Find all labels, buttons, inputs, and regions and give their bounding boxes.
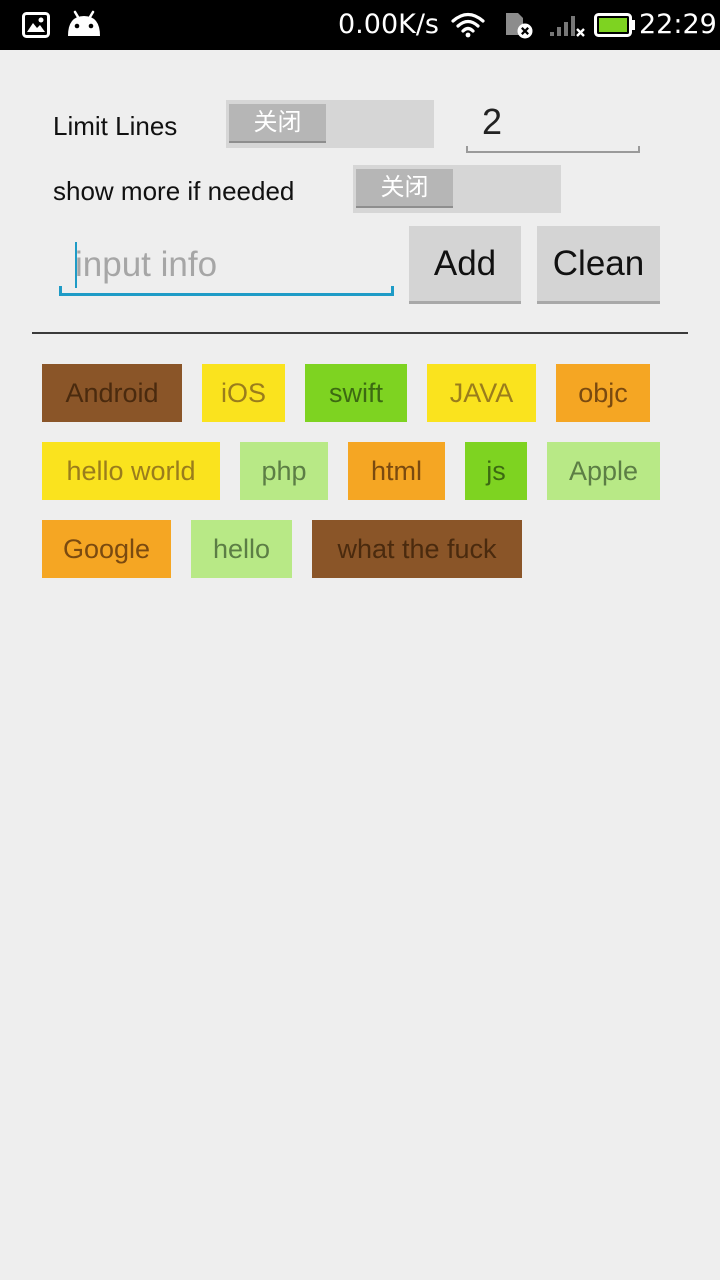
info-input[interactable] xyxy=(59,236,394,294)
tag-item[interactable]: hello world xyxy=(42,442,220,500)
info-input-field[interactable] xyxy=(59,236,394,298)
info-input-underline xyxy=(59,293,394,296)
tag-item[interactable]: Android xyxy=(42,364,182,422)
clock: 22:29 xyxy=(639,9,717,40)
max-lines-value: 2 xyxy=(482,101,503,142)
tag-item[interactable]: objc xyxy=(556,364,650,422)
tag-item[interactable]: hello xyxy=(191,520,292,578)
tag-item[interactable]: JAVA xyxy=(427,364,536,422)
image-notification-icon xyxy=(22,12,50,38)
signal-icon xyxy=(550,16,585,37)
limit-lines-label: Limit Lines xyxy=(53,111,178,141)
tag-item[interactable]: Google xyxy=(42,520,171,578)
tag-item[interactable]: js xyxy=(465,442,527,500)
battery-icon xyxy=(594,13,635,37)
max-lines-underline xyxy=(466,151,640,153)
show-more-switch[interactable]: 关闭 xyxy=(353,165,561,213)
text-cursor xyxy=(75,242,77,288)
tag-item[interactable]: Apple xyxy=(547,442,660,500)
show-more-switch-thumb: 关闭 xyxy=(356,169,453,208)
max-lines-field[interactable]: 2 xyxy=(466,96,640,153)
clean-button[interactable]: Clean xyxy=(537,226,660,304)
status-bar: 0.00K/s 22:29 xyxy=(0,0,720,50)
limit-lines-switch-thumb: 关闭 xyxy=(229,104,326,143)
limit-lines-switch[interactable]: 关闭 xyxy=(226,100,434,148)
tag-item[interactable]: iOS xyxy=(202,364,285,422)
tag-item[interactable]: what the fuck xyxy=(312,520,522,578)
max-lines-underline-left xyxy=(466,146,468,153)
show-more-label: show more if needed xyxy=(53,176,295,206)
info-input-underline-right xyxy=(391,286,394,296)
info-input-underline-left xyxy=(59,286,62,296)
wifi-icon xyxy=(451,12,485,38)
max-lines-underline-right xyxy=(638,146,640,153)
sim-disabled-icon xyxy=(506,13,533,39)
network-speed: 0.00K/s xyxy=(338,9,439,40)
divider xyxy=(32,332,688,334)
tag-item[interactable]: swift xyxy=(305,364,407,422)
tag-item[interactable]: php xyxy=(240,442,328,500)
add-button[interactable]: Add xyxy=(409,226,521,304)
tag-item[interactable]: html xyxy=(348,442,445,500)
android-notification-icon xyxy=(68,10,100,36)
